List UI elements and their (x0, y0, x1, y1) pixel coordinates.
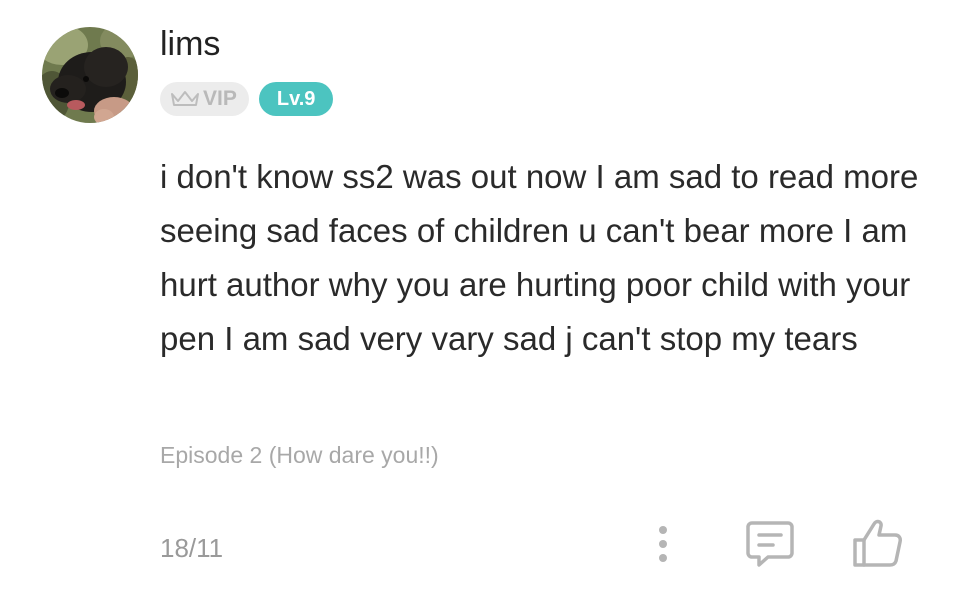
comment-text: i don't know ss2 was out now I am sad to… (160, 158, 919, 357)
crown-icon (171, 91, 199, 106)
username[interactable]: lims (160, 24, 220, 64)
user-badges: VIP Lv.9 (160, 82, 334, 116)
reply-icon[interactable] (744, 518, 796, 570)
comment-date: 18/11 (160, 533, 224, 563)
vip-label: VIP (203, 87, 237, 110)
episode-link[interactable]: Episode 2 (How dare you!!) (160, 440, 439, 470)
dog-avatar-image (42, 27, 138, 123)
avatar[interactable] (42, 27, 138, 123)
vip-badge: VIP (160, 82, 249, 116)
more-vertical-icon[interactable] (647, 522, 679, 566)
thumbs-up-icon[interactable] (850, 516, 904, 570)
level-badge: Lv.9 (258, 82, 334, 116)
